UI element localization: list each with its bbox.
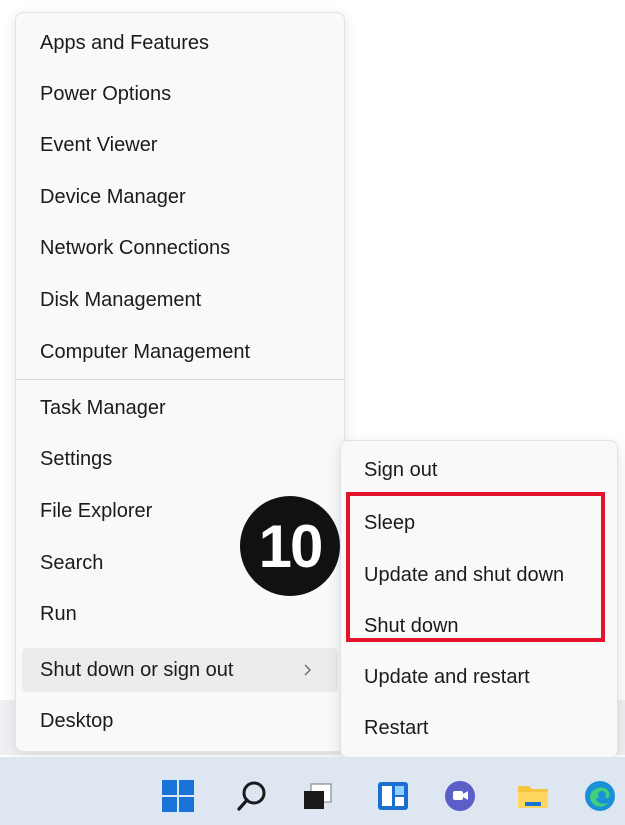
task-view-icon[interactable] [300, 778, 336, 814]
menu-item-settings[interactable]: Settings [22, 437, 338, 481]
menu-item-event-viewer[interactable]: Event Viewer [22, 123, 338, 167]
menu-item-label: Disk Management [40, 288, 202, 311]
menu-item-label: Power Options [40, 82, 172, 105]
menu-item-network-connections[interactable]: Network Connections [22, 226, 338, 270]
chat-icon[interactable] [442, 778, 478, 814]
edge-browser-icon[interactable] [582, 778, 618, 814]
menu-item-label: Event Viewer [40, 133, 158, 156]
widgets-icon[interactable] [375, 778, 411, 814]
menu-item-task-manager[interactable]: Task Manager [22, 386, 338, 430]
winx-context-menu: Apps and Features Power Options Event Vi… [15, 12, 345, 752]
menu-item-label: Run [40, 602, 77, 625]
chevron-right-icon [304, 664, 311, 676]
submenu-item-label: Sign out [364, 458, 438, 481]
submenu-item-update-and-restart[interactable]: Update and restart [347, 655, 611, 699]
menu-item-label: Computer Management [40, 340, 251, 363]
submenu-item-restart[interactable]: Restart [347, 706, 611, 750]
menu-item-label: File Explorer [40, 499, 153, 522]
menu-item-device-manager[interactable]: Device Manager [22, 175, 338, 219]
menu-item-label: Desktop [40, 709, 114, 732]
submenu-item-label: Restart [364, 716, 429, 739]
highlight-box [346, 492, 605, 642]
menu-item-label: Device Manager [40, 185, 186, 208]
file-explorer-icon[interactable] [515, 778, 551, 814]
menu-item-label: Shut down or sign out [40, 658, 234, 681]
menu-item-label: Settings [40, 447, 113, 470]
menu-item-computer-management[interactable]: Computer Management [22, 330, 338, 374]
submenu-item-label: Update and restart [364, 665, 530, 688]
search-icon[interactable] [234, 778, 270, 814]
menu-item-power-options[interactable]: Power Options [22, 72, 338, 116]
menu-item-shut-down-or-sign-out[interactable]: Shut down or sign out [22, 648, 338, 692]
menu-separator [16, 379, 344, 380]
menu-item-apps-and-features[interactable]: Apps and Features [22, 21, 338, 65]
menu-item-desktop[interactable]: Desktop [22, 699, 338, 743]
menu-item-run[interactable]: Run [22, 592, 338, 636]
start-windows-icon[interactable] [160, 778, 196, 814]
menu-item-label: Search [40, 551, 104, 574]
menu-item-label: Task Manager [40, 396, 166, 419]
menu-item-disk-management[interactable]: Disk Management [22, 278, 338, 322]
submenu-item-sign-out[interactable]: Sign out [347, 448, 611, 492]
step-number-badge: 10 [240, 496, 340, 596]
menu-item-label: Apps and Features [40, 31, 209, 54]
menu-item-label: Network Connections [40, 236, 231, 259]
